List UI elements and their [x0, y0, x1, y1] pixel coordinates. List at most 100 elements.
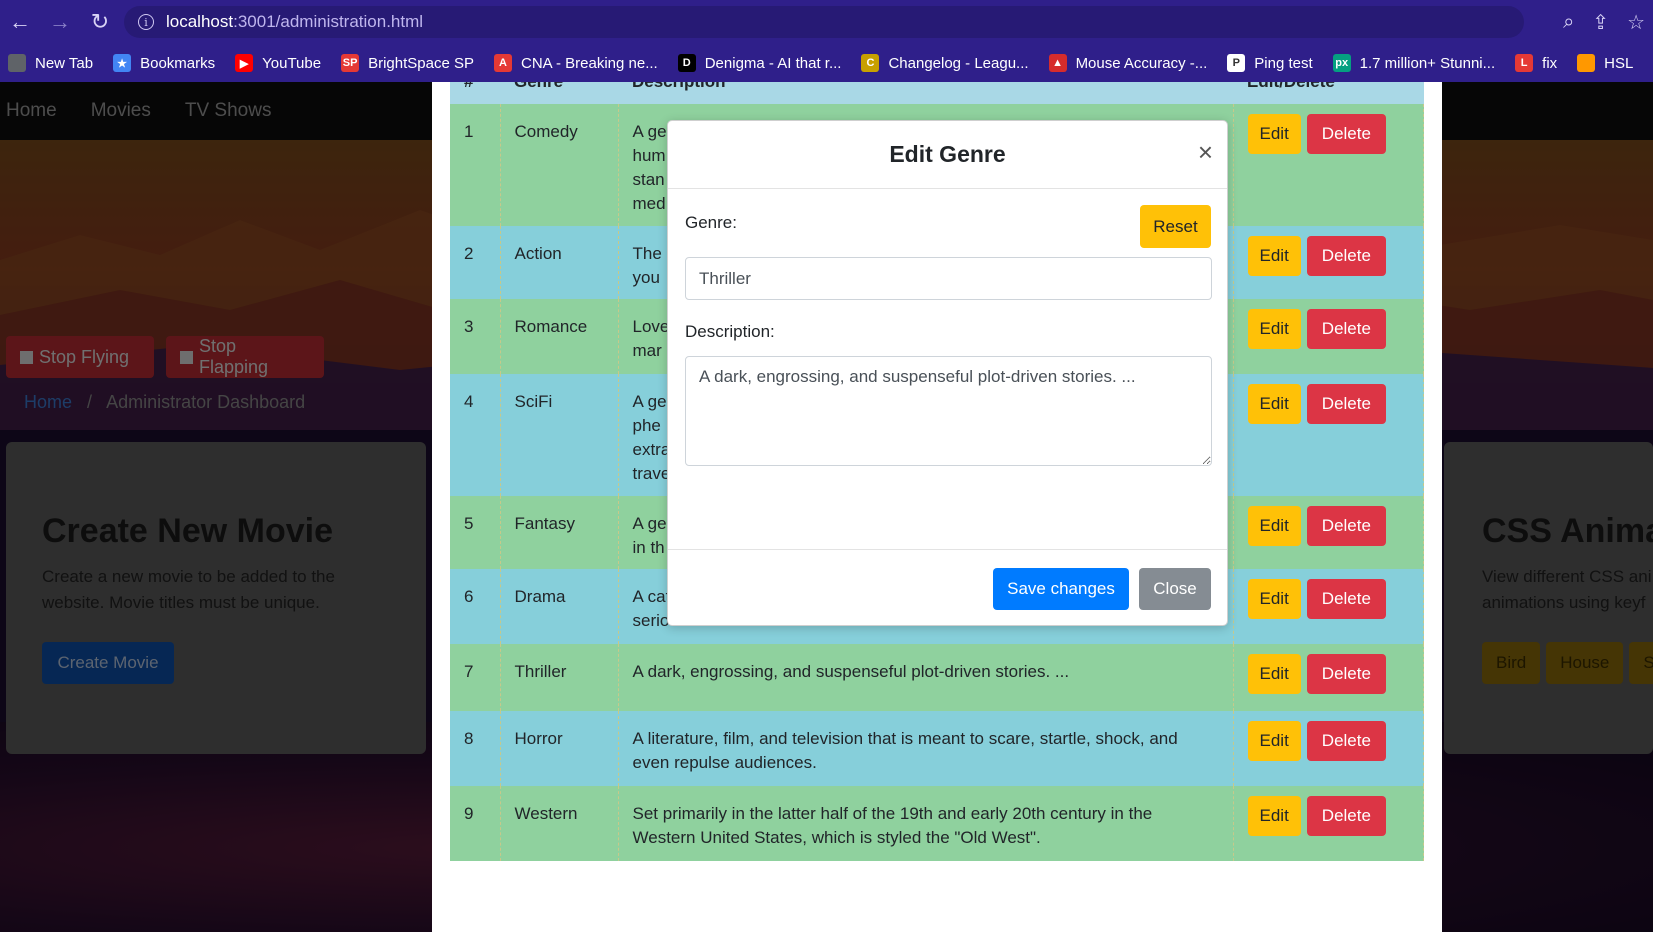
bookmark-label: Mouse Accuracy -...	[1075, 54, 1208, 72]
edit-button[interactable]: Edit	[1247, 236, 1301, 276]
star-icon[interactable]: ☆	[1627, 10, 1645, 35]
table-row: 7 Thriller A dark, engrossing, and suspens…	[450, 644, 1424, 711]
description-line: Western United States, which is styled t…	[632, 828, 1041, 847]
row-actions: Edit Delete	[1233, 374, 1424, 496]
row-actions: Edit Delete	[1233, 786, 1424, 861]
bookmark-favicon-icon: C	[861, 54, 880, 72]
row-number: 6	[450, 569, 501, 644]
delete-button[interactable]: Delete	[1306, 796, 1386, 836]
reload-icon[interactable]: ↻	[80, 0, 120, 44]
save-changes-button[interactable]: Save changes	[993, 568, 1129, 610]
delete-button[interactable]: Delete	[1306, 721, 1386, 761]
bookmark-label: New Tab	[35, 54, 94, 72]
row-number: 5	[450, 496, 501, 569]
row-genre: Fantasy	[500, 496, 619, 569]
modal-header: Edit Genre ×	[668, 121, 1227, 189]
share-icon[interactable]: ⇪	[1592, 10, 1609, 35]
row-genre: SciFi	[500, 374, 619, 496]
row-genre: Drama	[500, 569, 619, 644]
close-icon[interactable]: ×	[1198, 139, 1213, 165]
zoom-icon[interactable]: ⌕	[1563, 11, 1574, 34]
row-number: 1	[450, 104, 501, 226]
bookmark-favicon-icon: ▲	[1048, 54, 1067, 72]
col-number: #	[450, 82, 500, 104]
description-line: A literature, film, and television that …	[632, 729, 1178, 748]
edit-button[interactable]: Edit	[1247, 579, 1301, 619]
edit-button[interactable]: Edit	[1247, 114, 1301, 154]
delete-button[interactable]: Delete	[1306, 506, 1386, 546]
bookmark-favicon-icon	[8, 54, 26, 72]
description-line: A dark, engrossing, and suspenseful plot…	[632, 662, 1070, 681]
bookmark-favicon-icon: D	[677, 54, 696, 72]
description-line: even repulse audiences.	[632, 753, 817, 772]
bookmark-item[interactable]: px 1.7 million+ Stunni...	[1332, 54, 1496, 72]
col-genre: Genre	[500, 82, 618, 104]
bookmark-label: Denigma - AI that r...	[704, 54, 842, 72]
delete-button[interactable]: Delete	[1306, 114, 1386, 154]
bookmark-item[interactable]: Lfix	[1515, 54, 1557, 72]
edit-button[interactable]: Edit	[1247, 721, 1301, 761]
row-genre: Horror	[500, 711, 619, 786]
address-bar[interactable]: i localhost:3001/administration.html	[124, 6, 1524, 38]
bookmark-item[interactable]: A CNA - Breaking ne...	[493, 54, 658, 72]
genre-label: Genre:	[685, 213, 737, 232]
row-description: Set primarily in the latter half of the …	[618, 786, 1234, 861]
row-actions: Edit Delete	[1233, 496, 1424, 569]
genre-input[interactable]	[685, 257, 1212, 300]
row-actions: Edit Delete	[1233, 569, 1424, 644]
edit-button[interactable]: Edit	[1247, 384, 1301, 424]
row-number: 4	[450, 374, 501, 496]
bookmark-label: CNA - Breaking ne...	[520, 54, 658, 72]
site-info-icon[interactable]: i	[138, 14, 154, 30]
forward-icon[interactable]: →	[40, 0, 80, 44]
row-actions: Edit Delete	[1233, 711, 1424, 786]
delete-button[interactable]: Delete	[1306, 579, 1386, 619]
bookmark-item[interactable]: SP BrightSpace SP	[341, 54, 474, 72]
col-edit-delete: Edit/Delete	[1233, 82, 1424, 104]
edit-button[interactable]: Edit	[1247, 309, 1301, 349]
bookmark-favicon-icon: ▶	[235, 54, 254, 72]
row-actions: Edit Delete	[1233, 644, 1424, 711]
bookmark-favicon-icon: px	[1332, 54, 1351, 72]
description-line: Set primarily in the latter half of the …	[632, 804, 1153, 823]
delete-button[interactable]: Delete	[1306, 384, 1386, 424]
reset-button[interactable]: Reset	[1140, 205, 1211, 248]
bookmark-favicon-icon: P	[1227, 54, 1246, 72]
bookmark-item[interactable]: P Ping test	[1227, 54, 1313, 72]
close-button[interactable]: Close	[1139, 568, 1211, 610]
bookmark-label: Ping test	[1254, 54, 1313, 72]
table-row: 9 Western Set primarily in the latter half…	[450, 786, 1424, 861]
bookmark-label: 1.7 million+ Stunni...	[1359, 54, 1496, 72]
description-label: Description:	[685, 322, 775, 341]
bookmark-label: fix	[1542, 54, 1558, 72]
page-viewport: Home Movies TV Shows Stop Flying Stop Fl…	[0, 82, 1653, 932]
delete-button[interactable]: Delete	[1306, 309, 1386, 349]
back-icon[interactable]: ←	[0, 0, 40, 44]
bookmark-item[interactable]: New Tab	[8, 54, 93, 72]
table-header-row: # Genre Description Edit/Delete	[450, 82, 1424, 104]
bookmark-item[interactable]: D Denigma - AI that r...	[677, 54, 842, 72]
bookmark-label: HSL	[1604, 54, 1634, 72]
bookmark-favicon-icon: ★	[113, 54, 132, 72]
bookmark-item[interactable]: ▲ Mouse Accuracy -...	[1048, 54, 1208, 72]
delete-button[interactable]: Delete	[1306, 236, 1386, 276]
row-number: 3	[450, 299, 501, 374]
edit-button[interactable]: Edit	[1247, 506, 1301, 546]
bookmark-item[interactable]: ▶ YouTube	[235, 54, 321, 72]
row-genre: Action	[500, 226, 619, 299]
row-actions: Edit Delete	[1233, 226, 1424, 299]
modal-footer: Save changes Close	[668, 549, 1227, 627]
bookmark-item[interactable]: ★ Bookmarks	[113, 54, 215, 72]
row-genre: Romance	[500, 299, 619, 374]
url-path: :3001/administration.html	[233, 12, 424, 31]
edit-button[interactable]: Edit	[1247, 796, 1301, 836]
bookmark-item[interactable]: HSL	[1577, 54, 1633, 72]
bookmark-favicon-icon: A	[493, 54, 512, 72]
bookmark-item[interactable]: C Changelog - Leagu...	[861, 54, 1029, 72]
bookmark-label: YouTube	[262, 54, 322, 72]
description-textarea[interactable]: A dark, engrossing, and suspenseful plot…	[685, 356, 1212, 466]
col-description: Description	[618, 82, 1233, 104]
delete-button[interactable]: Delete	[1306, 654, 1386, 694]
edit-genre-modal: Edit Genre × Genre: Reset Description: A…	[667, 120, 1228, 626]
edit-button[interactable]: Edit	[1247, 654, 1301, 694]
